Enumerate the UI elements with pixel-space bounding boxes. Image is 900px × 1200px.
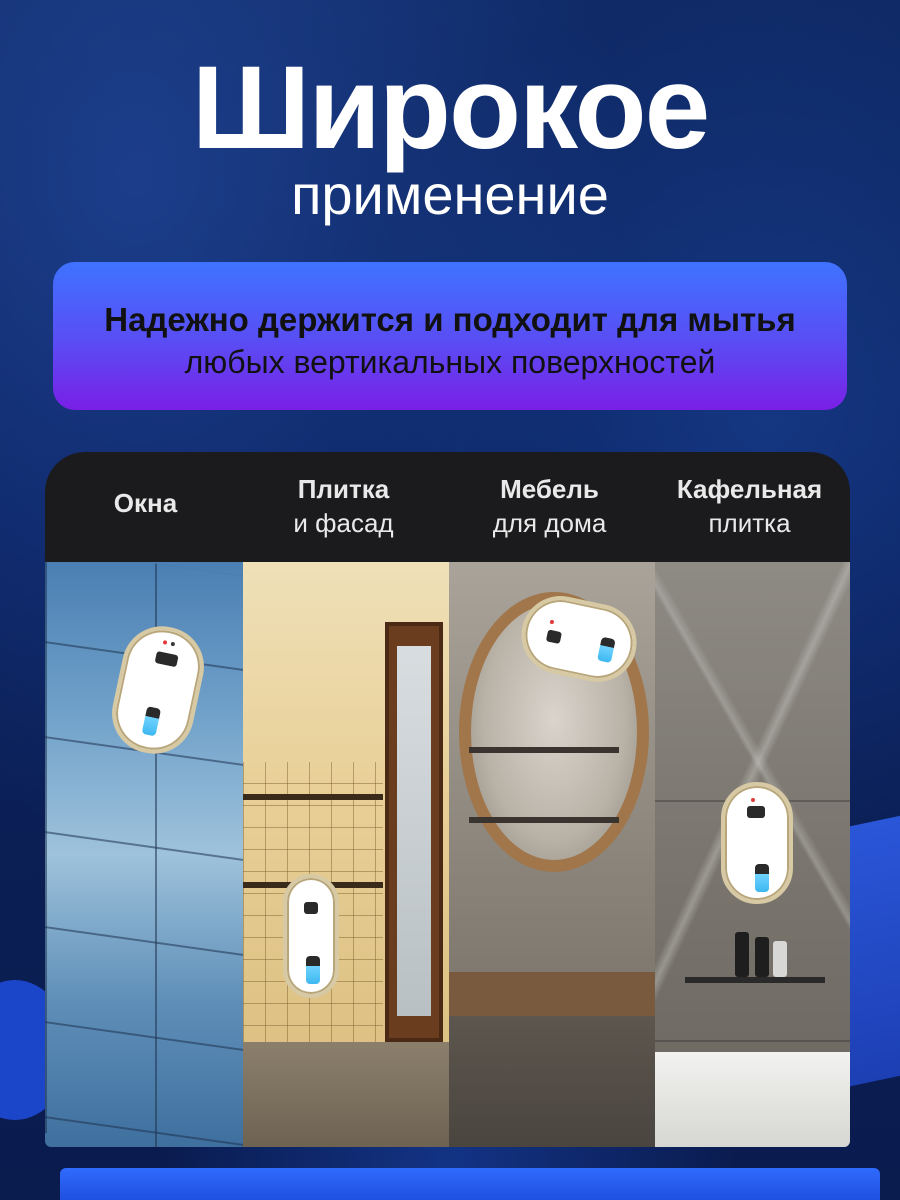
door xyxy=(385,622,443,1042)
panel-windows-photo xyxy=(45,562,243,1147)
decor-platform xyxy=(60,1168,880,1200)
surface-label-line1: Плитка xyxy=(297,474,390,504)
shelf xyxy=(685,977,825,983)
panel-furniture-photo xyxy=(449,562,655,1147)
robot-water-tank-icon xyxy=(141,706,162,737)
panel-ceramic-photo xyxy=(655,562,850,1147)
page-title: Широкое xyxy=(191,42,710,174)
surface-label-line2: и фасад xyxy=(293,508,394,538)
robot-sensor-icon xyxy=(747,806,765,818)
robot-water-tank-icon xyxy=(306,956,320,984)
surface-label-facade: Плитка и фасад xyxy=(243,472,444,540)
panel-facade-photo xyxy=(243,562,449,1147)
door-glass xyxy=(397,646,431,1016)
feature-banner: Надежно держится и подходит для мытья лю… xyxy=(53,262,847,410)
robot-water-tank-icon xyxy=(755,864,769,892)
robot-led-icon xyxy=(549,619,555,625)
surface-label-line1: Кафельная xyxy=(676,474,823,504)
surface-label-ceramic: Кафельная плитка xyxy=(649,472,850,540)
robot-led-icon xyxy=(170,641,176,647)
floor xyxy=(243,1042,449,1147)
robot-sensor-icon xyxy=(545,629,563,645)
robot-led-icon xyxy=(162,640,168,645)
robot-water-tank-icon xyxy=(596,636,616,664)
bench xyxy=(449,972,655,1016)
surface-label-furniture: Мебель для дома xyxy=(449,472,650,540)
window-cleaning-robot-icon xyxy=(721,782,793,904)
robot-sensor-icon xyxy=(154,650,179,668)
surface-label-line1: Мебель xyxy=(500,474,599,504)
robot-led-icon xyxy=(751,798,755,802)
surface-label-line2: для дома xyxy=(492,508,607,538)
surfaces-card: Окна Плитка и фасад Мебель для дома Кафе… xyxy=(45,452,850,1147)
surface-label-line1: Окна xyxy=(113,488,178,518)
surfaces-header: Окна Плитка и фасад Мебель для дома Кафе… xyxy=(45,452,850,562)
robot-sensor-icon xyxy=(304,902,318,914)
window-cleaning-robot-icon xyxy=(283,874,339,998)
floor xyxy=(449,1016,655,1147)
shelf xyxy=(469,747,619,753)
page-subtitle: применение xyxy=(291,163,609,226)
bottle xyxy=(755,937,769,977)
bottle xyxy=(773,941,787,977)
banner-headline: Надежно держится и подходит для мытья xyxy=(104,301,796,338)
bathtub xyxy=(655,1052,850,1147)
tile-stripe xyxy=(243,794,383,800)
banner-subline: любых вертикальных поверхностей xyxy=(184,344,716,380)
shelf xyxy=(469,817,619,823)
surface-label-line2: плитка xyxy=(708,508,791,538)
bottle xyxy=(735,932,749,977)
surface-label-windows: Окна xyxy=(45,486,246,520)
